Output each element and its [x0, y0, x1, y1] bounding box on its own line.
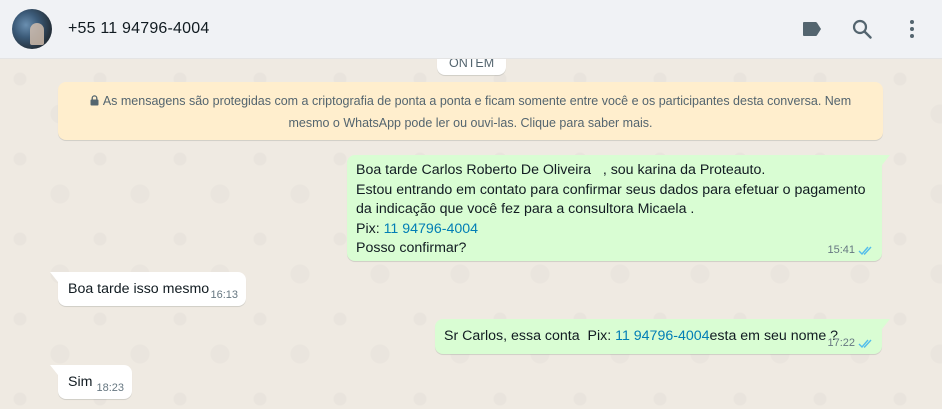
lock-icon — [90, 92, 99, 113]
message-text: Sim — [68, 374, 93, 390]
message-line: Boa tarde Carlos Roberto De Oliveira , s… — [356, 162, 766, 178]
pix-label: Pix: — [356, 220, 384, 237]
message-list[interactable]: ONTEM As mensagens são protegidas com a … — [0, 59, 942, 409]
phone-link[interactable]: 11 94796-4004 — [384, 221, 478, 237]
message-line: Estou entrando em contato para confirmar… — [356, 181, 866, 198]
label-icon[interactable] — [798, 15, 826, 43]
message-text: esta em seu nome ? — [709, 328, 839, 344]
message-time: 16:13 — [210, 289, 238, 301]
double-check-icon — [858, 338, 874, 349]
contact-avatar[interactable] — [12, 9, 52, 49]
encryption-notice[interactable]: As mensagens são protegidas com a cripto… — [58, 82, 883, 140]
chat-header: +55 11 94796-4004 — [0, 0, 942, 59]
encryption-notice-text: As mensagens são protegidas com a cripto… — [102, 94, 852, 130]
date-chip: ONTEM — [437, 59, 507, 75]
message-outgoing[interactable]: Sr Carlos, essa conta Pix: 11 94796-4004… — [435, 319, 890, 354]
message-meta: 18:23 — [96, 383, 124, 394]
message-time: 17:22 — [827, 337, 855, 349]
message-line: da indicação que você fez para a consult… — [356, 201, 695, 217]
message-meta: 16:13 — [210, 290, 238, 301]
message-time: 15:41 — [827, 244, 855, 256]
message-outgoing[interactable]: Boa tarde Carlos Roberto De Oliveira , s… — [347, 155, 890, 261]
message-text: Boa tarde isso mesmo — [68, 281, 210, 297]
message-incoming[interactable]: Boa tarde isso mesmo 16:13 — [50, 272, 246, 306]
message-meta: 15:41 — [827, 245, 874, 256]
message-line: Pix: 11 94796-4004 — [356, 220, 873, 240]
header-actions — [798, 15, 926, 43]
double-check-icon — [858, 245, 874, 256]
message-meta: 17:22 — [827, 338, 874, 349]
contact-name[interactable]: +55 11 94796-4004 — [68, 20, 209, 38]
menu-icon[interactable] — [898, 15, 926, 43]
phone-link[interactable]: 11 94796-4004 — [615, 328, 709, 344]
search-icon[interactable] — [848, 15, 876, 43]
message-text: Sr Carlos, essa conta Pix: — [444, 328, 616, 344]
message-incoming[interactable]: Sim 18:23 — [50, 365, 132, 399]
message-time: 18:23 — [96, 382, 124, 394]
message-line: Posso confirmar? — [356, 240, 467, 256]
